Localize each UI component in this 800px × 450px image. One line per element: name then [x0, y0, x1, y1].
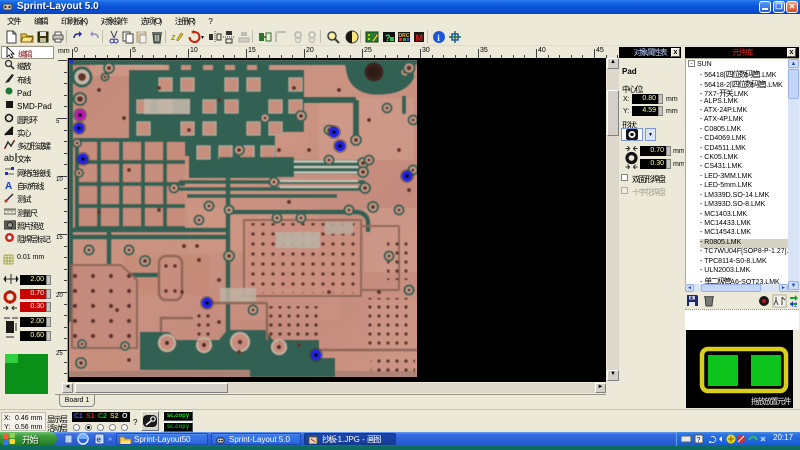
- svg-text:»: »: [108, 436, 112, 443]
- svg-text:M: M: [416, 33, 424, 43]
- svg-text:2: 2: [794, 303, 798, 308]
- svg-text:A: A: [5, 181, 12, 190]
- svg-text:?: ?: [697, 437, 701, 444]
- svg-text:e: e: [97, 435, 102, 444]
- svg-text:z: z: [170, 32, 176, 42]
- svg-text:?: ?: [385, 33, 391, 43]
- svg-text:ab: ab: [4, 153, 14, 163]
